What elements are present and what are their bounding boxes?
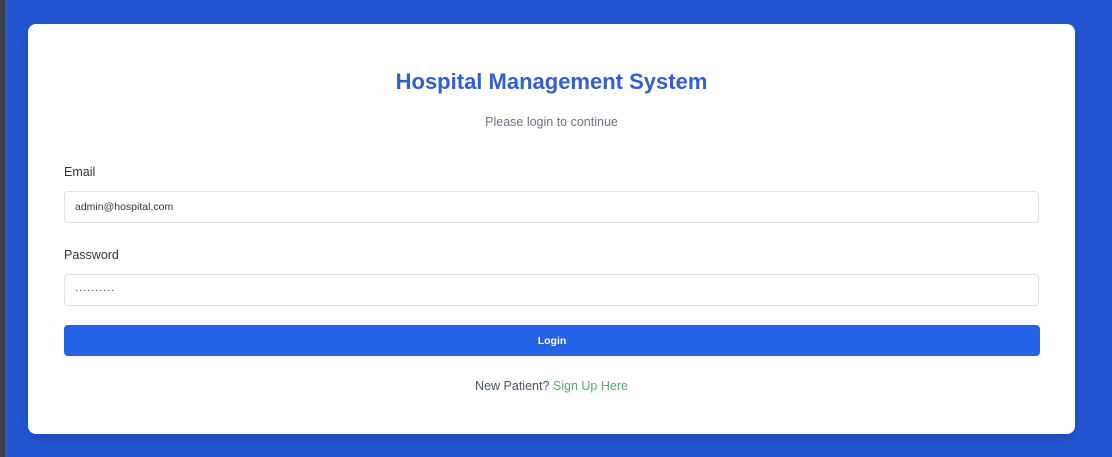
page-title: Hospital Management System (395, 69, 708, 94)
signup-prompt: New Patient? (475, 379, 550, 393)
login-card: Hospital Management System Please login … (28, 24, 1075, 434)
email-label: Email (64, 165, 96, 179)
signup-link[interactable]: Sign Up Here (553, 379, 628, 393)
window-edge (0, 0, 5, 457)
signup-row: New Patient? Sign Up Here (28, 378, 1075, 394)
login-button[interactable]: Login (64, 325, 1040, 356)
password-field[interactable] (64, 274, 1039, 306)
page-subtitle: Please login to continue (485, 115, 618, 129)
email-field[interactable] (64, 191, 1039, 223)
password-label: Password (64, 248, 119, 262)
